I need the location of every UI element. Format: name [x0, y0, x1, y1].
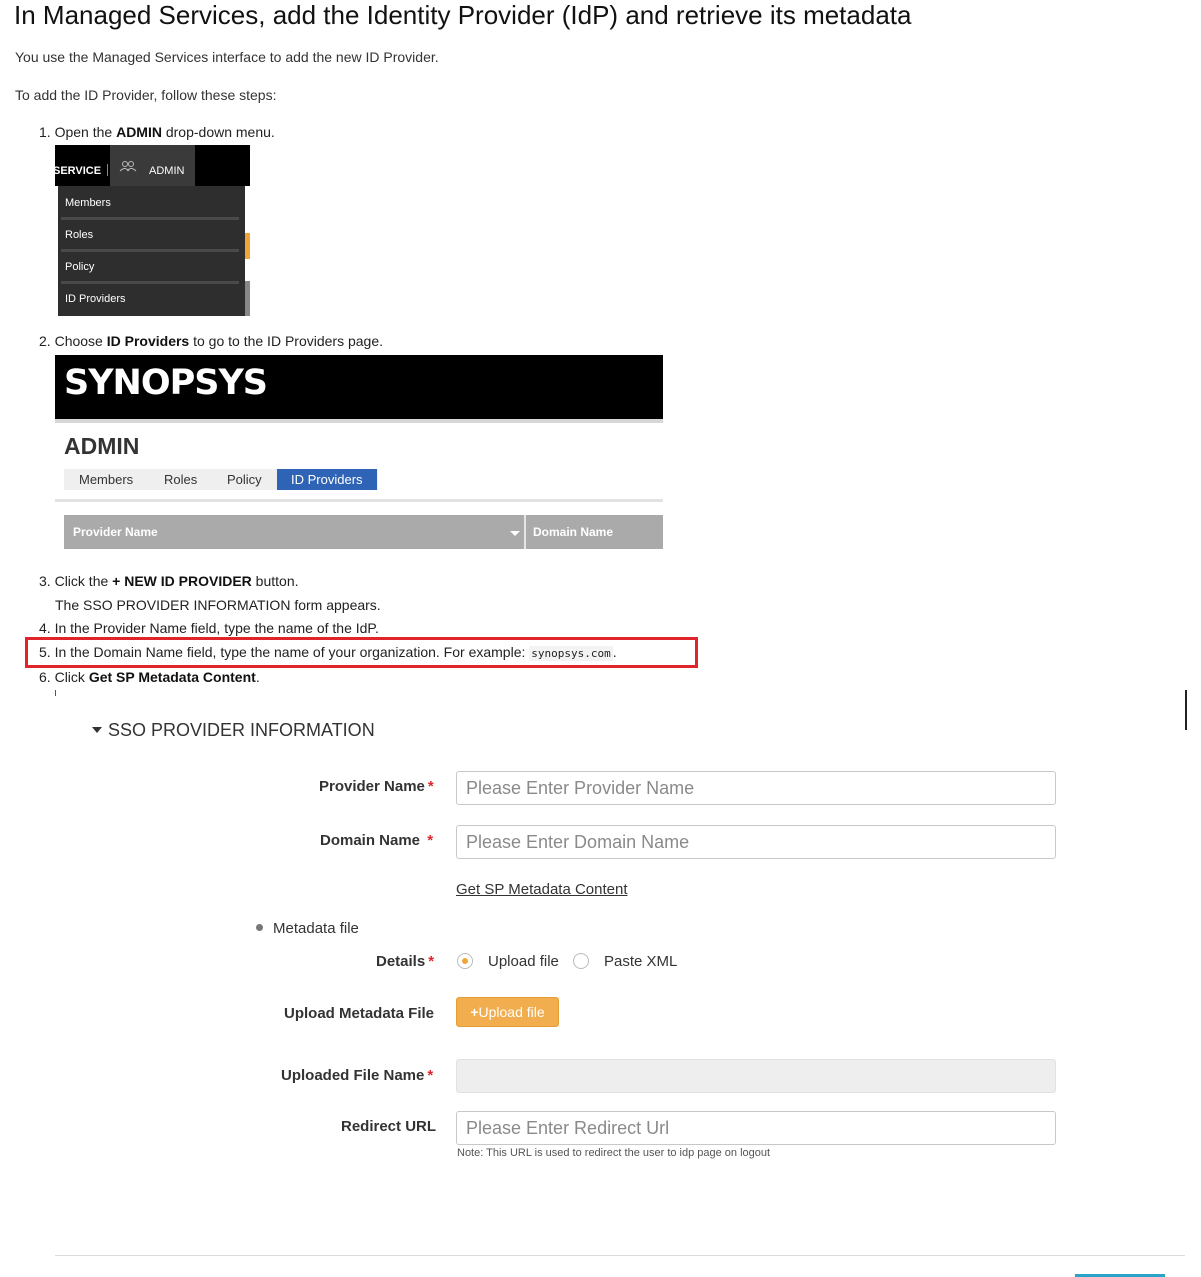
sso-section-header[interactable]: SSO PROVIDER INFORMATION: [92, 720, 375, 741]
step-text: Choose: [54, 333, 107, 349]
step-number: 2.: [39, 333, 51, 349]
redirect-url-note: Note: This URL is used to redirect the u…: [457, 1147, 771, 1159]
users-icon: [119, 161, 137, 172]
step-1: 1. Open the ADMIN drop-down menu.: [39, 124, 275, 140]
menu-divider: [61, 217, 239, 220]
column-divider: [524, 515, 526, 549]
step-3: 3. Click the + NEW ID PROVIDER button.: [39, 573, 299, 589]
tabs-divider: [55, 499, 663, 502]
bullet-icon: [256, 924, 263, 932]
step-number: 4.: [39, 620, 51, 636]
column-domain-name[interactable]: Domain Name: [533, 525, 613, 539]
paste-xml-radio[interactable]: [573, 953, 589, 969]
step-bold: ID Providers: [106, 333, 190, 349]
menu-divider: [61, 281, 239, 284]
upload-file-radio-label[interactable]: Upload file: [488, 953, 559, 970]
upload-metadata-label: Upload Metadata File: [284, 1005, 435, 1022]
header-divider: [55, 419, 663, 423]
menu-item-policy[interactable]: Policy: [65, 261, 94, 273]
field-label-text: Uploaded File Name: [281, 1067, 425, 1084]
admin-heading: ADMIN: [64, 433, 140, 459]
step-text: button.: [251, 573, 299, 589]
tab-policy[interactable]: Policy: [227, 472, 262, 487]
synopsys-logo: SYNOPSYS: [64, 363, 268, 403]
admin-dropdown: Members Roles Policy ID Providers: [58, 186, 245, 316]
id-providers-screenshot: SYNOPSYS ADMIN Members Roles Policy ID P…: [55, 355, 663, 550]
step-bold: ADMIN: [116, 124, 162, 140]
tab-members[interactable]: Members: [79, 472, 133, 487]
step-3-result: The SSO PROVIDER INFORMATION form appear…: [55, 597, 381, 613]
step-text: Click: [54, 669, 89, 685]
required-marker: *: [427, 832, 434, 849]
step-number: 1.: [39, 124, 51, 140]
uploaded-file-name-label: Uploaded File Name *: [281, 1067, 433, 1084]
required-marker: *: [428, 953, 435, 970]
caret-down-icon: [92, 726, 102, 733]
menu-separator: [107, 164, 108, 176]
domain-name-label: Domain Name *: [320, 832, 433, 849]
brand-header: SYNOPSYS: [55, 355, 663, 419]
domain-name-input[interactable]: [456, 825, 1056, 859]
redirect-url-label: Redirect URL: [341, 1118, 437, 1135]
metadata-file-option: Metadata file: [256, 920, 359, 937]
sort-caret-icon[interactable]: [510, 531, 520, 536]
step-text: to go to the ID Providers page.: [189, 333, 383, 349]
menu-item-roles[interactable]: Roles: [65, 229, 93, 241]
uploaded-file-name-input: [456, 1059, 1056, 1093]
upload-file-radio[interactable]: [457, 953, 473, 969]
field-label-text: Domain Name: [320, 832, 421, 849]
step-2: 2. Choose ID Providers to go to the ID P…: [39, 333, 383, 349]
step-number: 3.: [39, 573, 51, 589]
provider-name-input[interactable]: [456, 771, 1056, 805]
admin-menu-label: ADMIN: [149, 165, 185, 177]
step-text: In the Provider Name field, type the nam…: [54, 620, 379, 636]
page-title: In Managed Services, add the Identity Pr…: [14, 0, 912, 30]
upload-file-button[interactable]: +Upload file: [456, 997, 559, 1027]
intro-text: You use the Managed Services interface t…: [15, 49, 439, 65]
upload-button-label: Upload file: [478, 1004, 545, 1020]
tab-id-providers[interactable]: ID Providers: [277, 469, 377, 490]
sso-section-title: SSO PROVIDER INFORMATION: [108, 720, 375, 740]
step-4: 4. In the Provider Name field, type the …: [39, 620, 379, 636]
admin-menu-tab[interactable]: ADMIN: [110, 145, 195, 186]
step-text: Click the: [54, 573, 113, 589]
step-text: Open the: [54, 124, 117, 140]
column-provider-name[interactable]: Provider Name: [73, 525, 158, 539]
menu-item-members[interactable]: Members: [65, 197, 111, 209]
metadata-file-label: Metadata file: [273, 920, 359, 937]
form-footer-divider: [55, 1255, 1185, 1256]
highlight-box: [25, 637, 698, 668]
menu-divider: [61, 249, 239, 252]
providers-table-header: Provider Name Domain Name: [64, 515, 663, 549]
redirect-url-input[interactable]: [456, 1111, 1056, 1145]
menu-item-id-providers[interactable]: ID Providers: [65, 293, 126, 305]
field-label-text: Provider Name: [319, 778, 425, 795]
details-label: Details *: [376, 953, 434, 970]
required-marker: *: [427, 778, 434, 795]
tab-roles[interactable]: Roles: [164, 472, 197, 487]
plus-icon: +: [470, 1004, 479, 1020]
step-6: 6. Click Get SP Metadata Content.: [39, 669, 260, 685]
get-sp-metadata-link[interactable]: Get SP Metadata Content: [456, 881, 628, 898]
field-label-text: Details: [376, 953, 426, 970]
admin-menu-screenshot: SERVICE ADMIN Members Roles Policy ID Pr…: [55, 145, 250, 316]
screenshot-edge-line: [1185, 690, 1187, 730]
step-number: 6.: [39, 669, 51, 685]
step-bold: + NEW ID PROVIDER: [112, 573, 252, 589]
step-text: .: [255, 669, 260, 685]
screenshot-edge-mark: [55, 690, 56, 696]
step-bold: Get SP Metadata Content: [88, 669, 256, 685]
paste-xml-radio-label[interactable]: Paste XML: [604, 953, 677, 970]
step-text: drop-down menu.: [161, 124, 275, 140]
admin-tabs: Members Roles Policy ID Providers: [64, 469, 378, 490]
required-marker: *: [427, 1067, 434, 1084]
provider-name-label: Provider Name *: [319, 778, 434, 795]
service-menu-label[interactable]: SERVICE: [55, 165, 101, 177]
lead-text: To add the ID Provider, follow these ste…: [15, 87, 277, 103]
